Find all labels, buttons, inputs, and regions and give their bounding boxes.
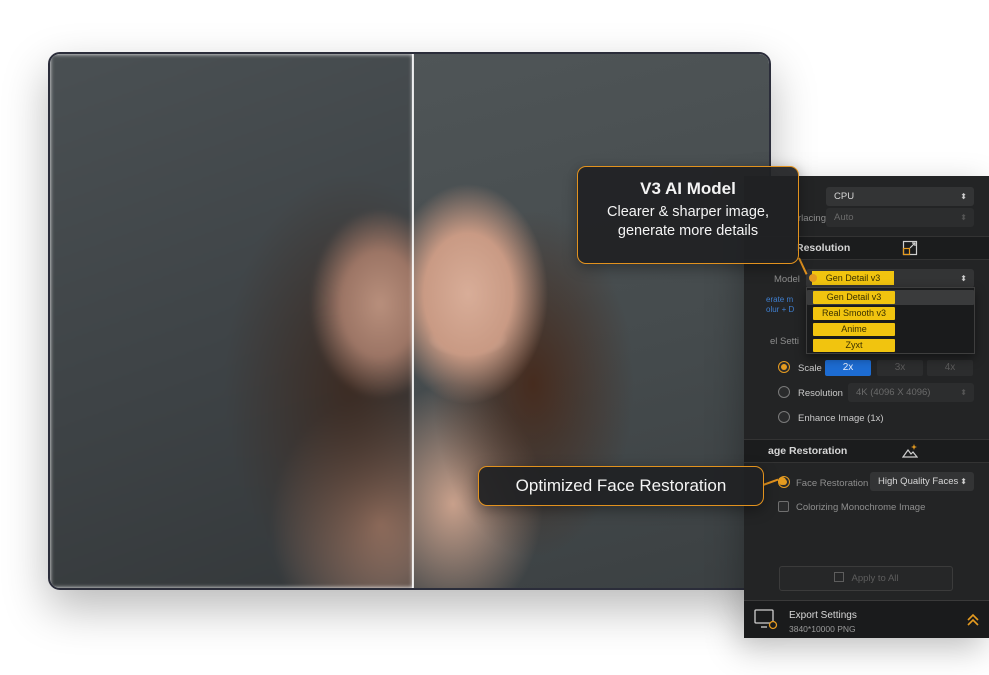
dropdown-option[interactable]: Real Smooth v3	[813, 307, 895, 320]
chevron-updown-icon: ⬍	[960, 477, 967, 486]
export-settings-title: Export Settings	[789, 610, 857, 621]
v3-callout-title: V3 AI Model	[640, 179, 736, 198]
photo-after-half	[413, 54, 769, 588]
image-restore-icon	[902, 444, 918, 458]
v3-callout-line2: generate more details	[617, 223, 759, 239]
upscale-icon	[902, 240, 918, 256]
restoration-section-header[interactable]: age Restoration	[744, 439, 989, 463]
copy-icon	[833, 572, 844, 582]
scale-2x-button[interactable]: 2x	[825, 360, 871, 376]
scale-radio[interactable]	[778, 361, 790, 373]
apply-to-all-button[interactable]: Apply to All	[779, 566, 953, 591]
interlacing-value: Auto	[834, 212, 854, 223]
export-monitor-icon	[754, 609, 778, 630]
chevron-updown-icon: ⬍	[960, 213, 967, 222]
model-description-line2: olur + D	[766, 305, 795, 314]
photo-before-half	[50, 54, 413, 588]
chevron-updown-icon: ⬍	[960, 192, 967, 201]
face-callout-title: Optimized Face Restoration	[515, 476, 727, 495]
dropdown-option[interactable]: Gen Detail v3	[813, 291, 895, 304]
scale-options: 2x 3x 4x	[825, 360, 975, 376]
before-after-photo	[48, 52, 771, 590]
v3-callout-dot	[809, 274, 817, 282]
device-select[interactable]: CPU ⬍	[826, 187, 974, 206]
scale-label: Scale	[798, 363, 822, 374]
resolution-value: 4K (4096 X 4096)	[856, 387, 931, 398]
enhance-label: Enhance Image (1x)	[798, 413, 884, 424]
resolution-section-title: Resolution	[796, 242, 851, 254]
device-value: CPU	[834, 191, 855, 202]
chevron-updown-icon: ⬍	[960, 388, 967, 397]
model-label: Model	[774, 274, 800, 285]
resolution-label: Resolution	[798, 388, 843, 399]
resolution-radio[interactable]	[778, 386, 790, 398]
face-restoration-callout: Optimized Face Restoration	[478, 466, 764, 506]
dropdown-option[interactable]: Zyxt	[813, 339, 895, 352]
export-settings-detail: 3840*10000 PNG	[789, 624, 856, 634]
enhance-radio[interactable]	[778, 411, 790, 423]
restoration-section-title: age Restoration	[768, 445, 848, 457]
interlacing-select[interactable]: Auto ⬍	[826, 208, 974, 227]
compare-divider-handle[interactable]	[412, 54, 414, 588]
scale-3x-button[interactable]: 3x	[877, 360, 923, 376]
model-settings-label: el Setti	[770, 336, 800, 347]
resolution-select[interactable]: 4K (4096 X 4096) ⬍	[848, 383, 974, 402]
dropdown-option[interactable]: Anime	[813, 323, 895, 336]
v3-callout-line1: Clearer & sharper image,	[607, 204, 769, 220]
scale-4x-button[interactable]: 4x	[927, 360, 973, 376]
face-restoration-select[interactable]: High Quality Faces ⬍	[870, 472, 974, 491]
apply-to-all-label: Apply to All	[851, 573, 899, 584]
model-description-line1: erate m	[766, 295, 794, 304]
colorize-checkbox[interactable]	[778, 501, 789, 512]
face-restoration-label: Face Restoration	[796, 478, 869, 489]
v3-ai-model-callout: V3 AI Model Clearer & sharper image, gen…	[577, 166, 799, 264]
interlacing-label: rlacing	[798, 213, 826, 224]
face-restoration-value: High Quality Faces	[878, 476, 959, 487]
chevron-updown-icon: ⬍	[960, 274, 967, 283]
double-chevron-up-icon[interactable]	[966, 613, 980, 627]
colorize-label: Colorizing Monochrome Image	[796, 502, 926, 513]
face-callout-dot	[778, 477, 786, 485]
model-selected-value: Gen Detail v3	[812, 271, 894, 285]
export-settings-bar[interactable]: Export Settings 3840*10000 PNG	[744, 600, 989, 638]
model-dropdown-menu: Gen Detail v3 Real Smooth v3 Anime Zyxt	[806, 287, 975, 354]
